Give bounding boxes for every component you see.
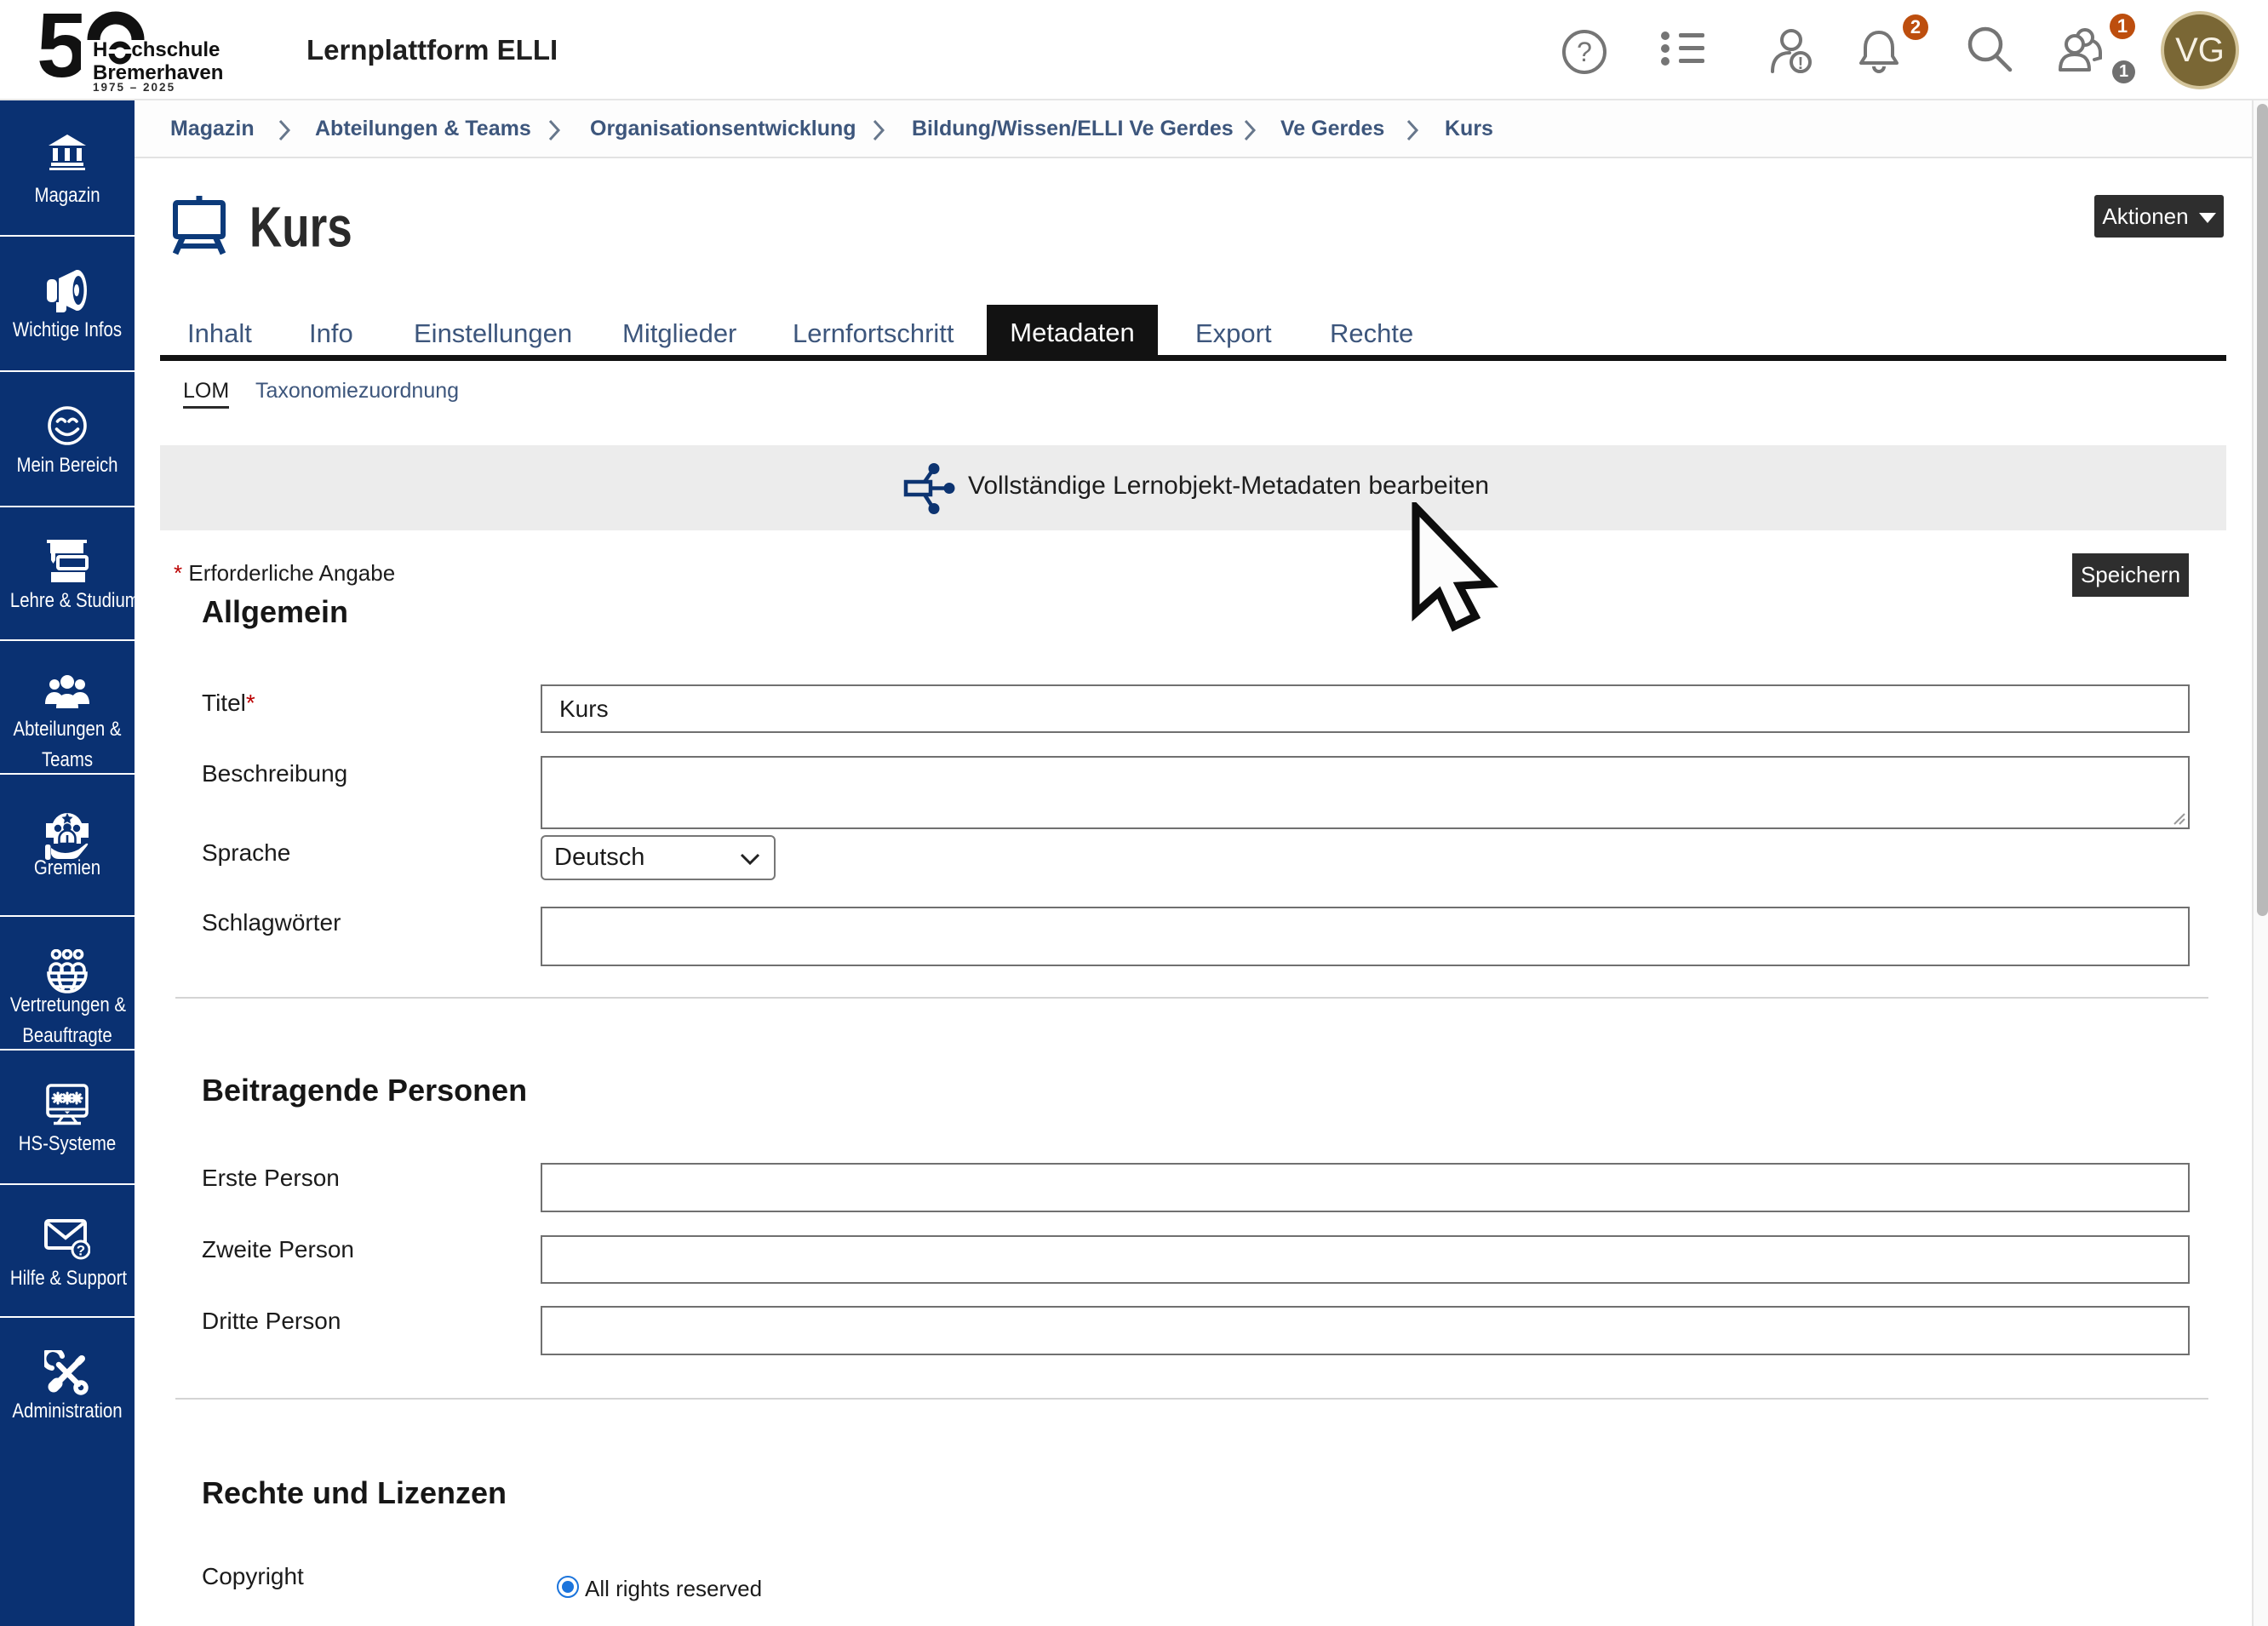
svg-text:5: 5 bbox=[38, 9, 88, 96]
svg-text:?: ? bbox=[1577, 37, 1592, 67]
svg-text:?: ? bbox=[77, 1243, 85, 1259]
svg-text:1975 – 2025: 1975 – 2025 bbox=[93, 81, 175, 94]
svg-text:!: ! bbox=[1798, 54, 1804, 73]
